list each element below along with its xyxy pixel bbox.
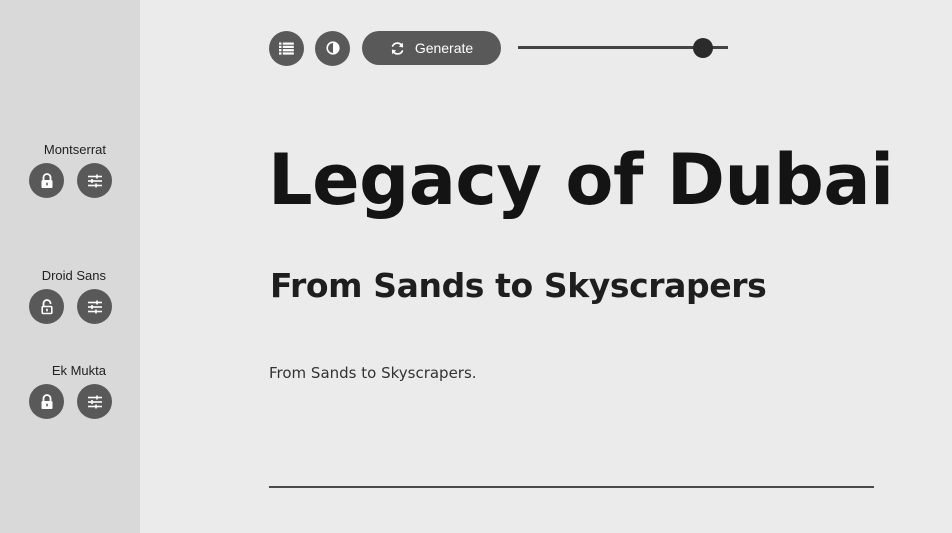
font-name-label: Ek Mukta <box>51 363 106 378</box>
contrast-button[interactable] <box>315 30 350 66</box>
font-group-droid-sans: Droid Sans <box>29 269 112 324</box>
font-name-label: Montserrat <box>43 142 106 157</box>
sidebar: Montserrat Droid Sans Ek Mukta <box>0 0 140 533</box>
lock-button[interactable] <box>29 163 64 198</box>
sliders-icon <box>87 174 102 187</box>
generate-button-label: Generate <box>414 40 474 56</box>
sliders-icon <box>87 395 102 408</box>
font-group-montserrat: Montserrat <box>29 143 112 198</box>
refresh-icon <box>391 41 404 55</box>
font-settings-button[interactable] <box>77 289 112 324</box>
toolbar: Generate <box>269 30 501 66</box>
lock-button[interactable] <box>29 384 64 419</box>
lock-icon <box>41 393 52 409</box>
font-name-label: Droid Sans <box>41 268 106 283</box>
lock-icon <box>41 172 52 188</box>
unlock-icon <box>40 298 53 314</box>
font-settings-button[interactable] <box>77 163 112 198</box>
divider <box>269 486 874 488</box>
generate-button[interactable]: Generate <box>362 31 501 65</box>
font-group-ek-mukta: Ek Mukta <box>29 364 112 419</box>
contrast-icon <box>325 41 340 55</box>
sliders-icon <box>87 300 102 313</box>
slider-thumb[interactable] <box>692 38 713 58</box>
preview-subheadline: From Sands to Skyscrapers <box>270 266 767 305</box>
list-icon <box>279 42 294 55</box>
font-controls <box>29 289 112 324</box>
font-controls <box>29 384 112 419</box>
size-slider[interactable] <box>518 38 728 58</box>
font-controls <box>29 163 112 198</box>
unlock-button[interactable] <box>29 289 64 324</box>
preview-headline: Legacy of Dubai <box>268 139 894 221</box>
list-view-button[interactable] <box>269 30 304 66</box>
font-settings-button[interactable] <box>77 384 112 419</box>
preview-body-text: From Sands to Skyscrapers. <box>269 364 477 382</box>
